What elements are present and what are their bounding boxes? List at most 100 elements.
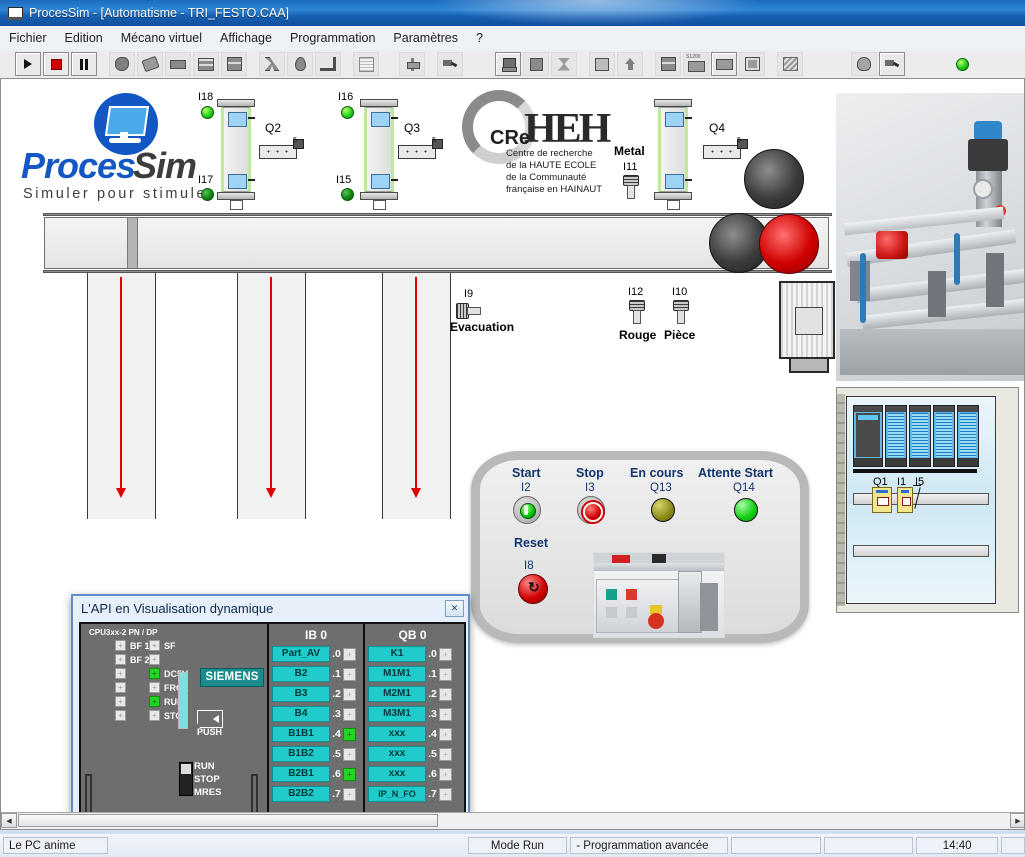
pc-view-button[interactable] bbox=[495, 52, 521, 76]
abc-button[interactable] bbox=[777, 52, 803, 76]
pulley-upper bbox=[744, 149, 804, 209]
doc-button[interactable] bbox=[589, 52, 615, 76]
stop-button[interactable] bbox=[43, 52, 69, 76]
push-button-icon[interactable] bbox=[197, 710, 223, 728]
io-tag[interactable]: M1M1 bbox=[368, 666, 426, 682]
valve-q3[interactable]: 5 bbox=[398, 137, 443, 159]
simulation-workspace[interactable]: Proces Sim Simuler pour stimuler HEH CRe… bbox=[0, 78, 1025, 830]
menu-item-parametres[interactable]: Paramètres bbox=[384, 29, 467, 47]
evacuation-sensor[interactable] bbox=[456, 303, 482, 319]
valve-q2[interactable]: 5 bbox=[259, 137, 304, 159]
io-tag[interactable]: Part_AV bbox=[272, 646, 330, 662]
io-tag[interactable]: B1B1 bbox=[272, 726, 330, 742]
scroll-right-icon[interactable]: ▶ bbox=[1010, 813, 1024, 828]
io-bit: .7 bbox=[332, 788, 341, 800]
s1200-button[interactable]: S1200 bbox=[683, 52, 709, 76]
simulation-canvas[interactable]: Proces Sim Simuler pour stimuler HEH CRe… bbox=[9, 85, 1024, 829]
grid-button[interactable] bbox=[353, 52, 379, 76]
status-mode: Mode Run bbox=[467, 837, 568, 854]
close-icon[interactable]: ✕ bbox=[445, 599, 464, 617]
status-field-5 bbox=[823, 837, 914, 854]
io-led[interactable]: + bbox=[439, 647, 452, 661]
start-button[interactable] bbox=[513, 496, 541, 524]
io-tag[interactable]: K1 bbox=[368, 646, 426, 662]
menu-item-mecano-virtuel[interactable]: Mécano virtuel bbox=[112, 29, 211, 47]
io-led[interactable]: + bbox=[343, 727, 356, 741]
io-tag[interactable]: B2 bbox=[272, 666, 330, 682]
menu-item-help[interactable]: ? bbox=[467, 29, 492, 47]
io-led[interactable]: + bbox=[343, 647, 356, 661]
rouge-sensor[interactable] bbox=[629, 300, 645, 326]
cpu-led-sf: + bbox=[149, 640, 160, 651]
tools-button[interactable] bbox=[879, 52, 905, 76]
run-led bbox=[956, 57, 969, 71]
part-button[interactable] bbox=[109, 52, 135, 76]
io-led[interactable]: + bbox=[439, 687, 452, 701]
pause-button[interactable] bbox=[71, 52, 97, 76]
io-tag[interactable]: M2M1 bbox=[368, 686, 426, 702]
press-button[interactable] bbox=[221, 52, 247, 76]
io-tag[interactable]: B4 bbox=[272, 706, 330, 722]
io-led[interactable]: + bbox=[343, 830, 356, 831]
cylinder-3[interactable] bbox=[654, 99, 692, 210]
io-led[interactable]: + bbox=[439, 830, 452, 831]
io-tag[interactable]: xxx bbox=[368, 766, 426, 782]
cylinder-1[interactable] bbox=[217, 99, 255, 210]
menu-item-affichage[interactable]: Affichage bbox=[211, 29, 281, 47]
corner-button[interactable] bbox=[315, 52, 341, 76]
io-led[interactable]: + bbox=[343, 707, 356, 721]
stop-button[interactable] bbox=[577, 496, 605, 524]
io-tag[interactable]: IP_N_FO bbox=[368, 786, 426, 802]
io-led[interactable]: + bbox=[343, 687, 356, 701]
menu-item-fichier[interactable]: Fichier bbox=[0, 29, 56, 47]
valve-button[interactable] bbox=[399, 52, 425, 76]
lamp-attente-start bbox=[734, 498, 758, 522]
scroll-left-icon[interactable]: ◀ bbox=[1, 813, 17, 828]
reset-button[interactable]: ↻ bbox=[518, 574, 548, 604]
run-button[interactable] bbox=[15, 52, 41, 76]
io-tag[interactable]: xxx bbox=[368, 726, 426, 742]
hourglass-button[interactable] bbox=[551, 52, 577, 76]
sorter-button[interactable] bbox=[259, 52, 285, 76]
menu-item-programmation[interactable]: Programmation bbox=[281, 29, 384, 47]
hydraulic-button[interactable] bbox=[437, 52, 463, 76]
label-button[interactable] bbox=[137, 52, 163, 76]
scrollbar-thumb[interactable] bbox=[18, 814, 438, 827]
io-led[interactable]: + bbox=[343, 747, 356, 761]
io-led[interactable]: + bbox=[439, 787, 452, 801]
io-tag[interactable]: B3 bbox=[272, 686, 330, 702]
io-tag[interactable]: xxx bbox=[368, 746, 426, 762]
plc-visualization-dialog[interactable]: L'API en Visualisation dynamique ✕ CPU3x… bbox=[71, 594, 470, 831]
io-led[interactable]: + bbox=[439, 707, 452, 721]
mode-switch[interactable] bbox=[179, 762, 193, 796]
io-led[interactable]: + bbox=[439, 747, 452, 761]
plc-button[interactable] bbox=[655, 52, 681, 76]
actuator-button[interactable] bbox=[165, 52, 191, 76]
valve-q4[interactable]: 5 bbox=[703, 137, 748, 159]
io-led[interactable]: + bbox=[439, 667, 452, 681]
io-led[interactable]: + bbox=[343, 667, 356, 681]
panel-button[interactable] bbox=[523, 52, 549, 76]
menu-item-edition[interactable]: Edition bbox=[56, 29, 112, 47]
io-tag[interactable]: B2B1 bbox=[272, 766, 330, 782]
piece-sensor[interactable] bbox=[673, 300, 689, 326]
sensor-label-i17: I17 bbox=[198, 174, 214, 186]
metal-sensor[interactable] bbox=[623, 175, 639, 201]
chip-button[interactable] bbox=[739, 52, 765, 76]
horizontal-scrollbar[interactable]: ◀ ▶ bbox=[1, 812, 1024, 829]
object-button[interactable] bbox=[287, 52, 313, 76]
cylinder-2[interactable] bbox=[360, 99, 398, 210]
sensor-led-i15 bbox=[341, 188, 354, 201]
io-led[interactable]: + bbox=[343, 767, 356, 781]
io-led[interactable]: + bbox=[439, 767, 452, 781]
display-button[interactable] bbox=[711, 52, 737, 76]
io-tag[interactable]: M3M1 bbox=[368, 706, 426, 722]
upload-button[interactable] bbox=[617, 52, 643, 76]
io-tag[interactable]: B2B2 bbox=[272, 786, 330, 802]
io-tag[interactable]: B1B2 bbox=[272, 746, 330, 762]
io-led[interactable]: + bbox=[439, 727, 452, 741]
io-led[interactable]: + bbox=[343, 787, 356, 801]
memory-card-slot[interactable] bbox=[178, 672, 188, 729]
bulb-button[interactable] bbox=[851, 52, 877, 76]
rail-button[interactable] bbox=[193, 52, 219, 76]
